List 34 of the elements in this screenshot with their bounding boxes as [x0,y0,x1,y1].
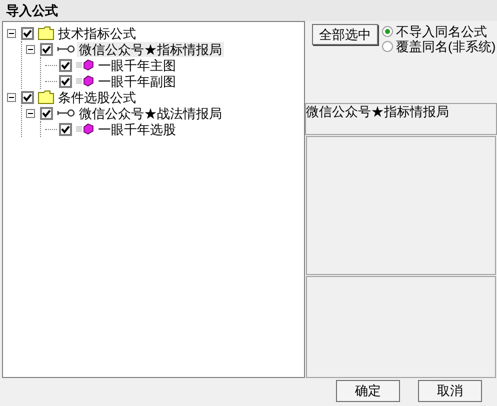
checkbox[interactable] [40,42,53,56]
collapse-toggle[interactable] [7,28,16,38]
tree-item[interactable]: 一眼千年副图 [96,74,178,88]
name-field: 微信公众号★指标情报局 [305,103,497,135]
collapse-toggle[interactable] [26,44,35,54]
collapse-toggle[interactable] [7,92,16,102]
checkbox[interactable] [59,74,72,88]
gem-icon [76,123,94,135]
dialog-button[interactable]: 取消 [418,380,482,402]
tree-item[interactable]: 一眼千年选股 [96,122,178,136]
checkbox[interactable] [59,58,72,72]
tree-item[interactable]: 一眼千年主图 [96,58,178,72]
tree-item[interactable]: 微信公众号★战法情报局 [77,106,224,120]
tree-item[interactable]: 技术指标公式 [56,26,138,40]
gem-icon [76,59,94,71]
key-icon [57,109,75,117]
option-label: 不导入同名公式 [396,22,487,40]
radio-button[interactable] [382,41,393,52]
tree-item[interactable]: 微信公众号★指标情报局 [77,42,224,56]
checkbox[interactable] [40,106,53,120]
folder-icon [38,90,54,104]
checkbox[interactable] [59,122,72,136]
collapse-toggle[interactable] [26,108,35,118]
checkbox[interactable] [21,90,34,104]
select-all-button[interactable]: 全部选中 [312,24,378,45]
folder-icon [38,26,54,40]
key-icon [57,45,75,53]
window-title: 导入公式 [0,0,497,21]
gem-icon [76,75,94,87]
radio-button[interactable] [382,26,393,37]
checkbox[interactable] [21,26,34,40]
option-label: 覆盖同名(非系统) [396,38,496,56]
dialog-button[interactable]: 确定 [336,380,400,402]
tree-item[interactable]: 条件选股公式 [56,90,138,104]
